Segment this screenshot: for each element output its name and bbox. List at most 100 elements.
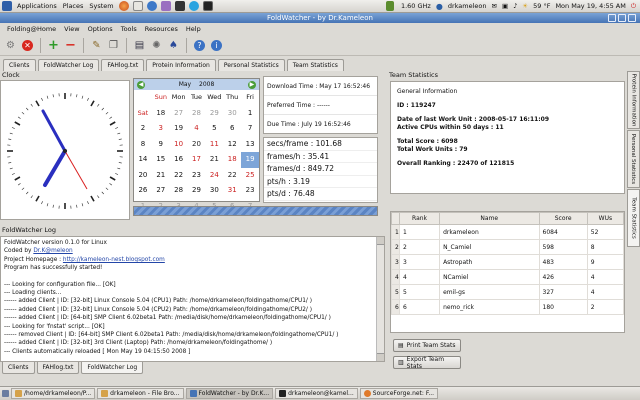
calendar-day[interactable]: 27 <box>170 106 188 122</box>
calendar-day[interactable]: 28 <box>170 183 188 199</box>
tools-icon[interactable]: ✎ <box>89 38 104 53</box>
table-row[interactable]: 5 5 emil-gs 327 4 <box>391 284 625 300</box>
skype-launcher-icon[interactable] <box>188 1 199 11</box>
tab-clients[interactable]: Clients <box>3 59 36 71</box>
export-team-stats-button[interactable]: ▥ Export Team Stats <box>393 356 461 370</box>
table-row[interactable]: 2 2 N_Camiel 598 8 <box>391 239 625 255</box>
close-button[interactable] <box>628 14 636 22</box>
calendar-day[interactable]: 28 <box>188 106 206 122</box>
calendar-day[interactable]: 8 <box>134 137 152 153</box>
task-foldwatcher[interactable]: FoldWatcher - by Dr.K... <box>185 388 274 399</box>
pidgin-launcher-icon[interactable] <box>160 1 171 11</box>
gnome-foot-icon[interactable] <box>2 1 12 11</box>
log-text[interactable]: FoldWatcher version 0.1.0 for Linux Code… <box>0 236 385 362</box>
tab-personal-statistics[interactable]: Personal Statistics <box>217 59 285 71</box>
calendar-year[interactable]: 2008 <box>199 81 214 88</box>
calendar-day[interactable]: 29 <box>188 183 206 199</box>
calendar-day[interactable]: 15 <box>152 152 170 168</box>
help-launcher-icon[interactable] <box>146 1 157 11</box>
network-icon[interactable]: ▣ <box>502 2 508 10</box>
menu-options[interactable]: Options <box>84 25 117 33</box>
tab-team-statistics[interactable]: Team Statistics <box>286 59 344 71</box>
calendar-day[interactable]: 30 <box>223 106 241 122</box>
calendar-day[interactable]: 4 <box>188 121 206 137</box>
next-month-button[interactable]: ▶ <box>247 80 256 89</box>
volume-icon[interactable]: ♪ <box>513 2 517 10</box>
calendar-day[interactable]: 6 <box>223 121 241 137</box>
calendar-day[interactable]: 19 <box>241 152 259 168</box>
menu-system[interactable]: System <box>86 2 116 10</box>
scroll-up-arrow[interactable] <box>377 237 384 245</box>
calendar-month[interactable]: May <box>179 81 191 88</box>
column-header-name[interactable]: Name <box>439 212 540 225</box>
calendar-day[interactable]: 2 <box>134 121 152 137</box>
calendar-day[interactable]: 18 <box>223 152 241 168</box>
task-file-browser-home[interactable]: /home/drkameleon/P... <box>11 388 96 399</box>
calendar-day[interactable]: 17 <box>188 152 206 168</box>
calendar-day[interactable]: 20 <box>134 168 152 184</box>
bottom-tab-clients[interactable]: Clients <box>2 362 35 374</box>
column-header-wus[interactable]: WUs <box>586 212 625 225</box>
table-row[interactable]: 3 3 Astropath 483 9 <box>391 254 625 270</box>
calendar-day[interactable]: 26 <box>134 183 152 199</box>
calendar-day[interactable]: 11 <box>205 137 223 153</box>
table-row[interactable]: 4 4 NCamiel 426 4 <box>391 269 625 285</box>
add-icon[interactable]: + <box>46 38 61 53</box>
column-header-rank[interactable]: Rank <box>398 212 441 225</box>
show-desktop-icon[interactable] <box>2 390 9 397</box>
scroll-down-arrow[interactable] <box>377 353 384 361</box>
menu-resources[interactable]: Resources <box>141 25 182 33</box>
bottom-tab-foldwatcher-log[interactable]: FoldWatcher Log <box>81 362 144 374</box>
menu-help[interactable]: Help <box>182 25 205 33</box>
window-titlebar[interactable]: FoldWatcher - by Dr.Kameleon <box>0 13 640 23</box>
tab-fahlog[interactable]: FAHlog.txt <box>101 59 145 71</box>
prev-month-button[interactable]: ◀ <box>137 80 145 89</box>
help-icon[interactable]: ? <box>192 38 207 53</box>
power-icon[interactable]: ⏻ <box>631 2 636 11</box>
bottom-tab-fahlog[interactable]: FAHlog.txt <box>36 362 80 374</box>
minimize-button[interactable] <box>608 14 616 22</box>
vtab-protein-information[interactable]: Protein Information <box>627 71 640 129</box>
table-row[interactable]: 6 6 nemo_rick 180 2 <box>391 299 625 315</box>
info-icon[interactable]: i <box>209 38 224 53</box>
email-launcher-icon[interactable] <box>132 1 143 11</box>
menu-places[interactable]: Places <box>60 2 87 10</box>
author-link[interactable]: Dr.K@meleon <box>33 248 72 254</box>
calendar-day[interactable]: 16 <box>170 152 188 168</box>
remove-icon[interactable]: − <box>63 38 78 53</box>
menu-applications[interactable]: Applications <box>14 2 60 10</box>
calendar-day[interactable]: 24 <box>205 168 223 184</box>
save-icon[interactable]: ▤ <box>132 38 147 53</box>
weather-temp[interactable]: 59 °F <box>533 2 550 10</box>
tab-protein-information[interactable]: Protein Information <box>146 59 216 71</box>
log-scrollbar[interactable] <box>376 237 384 361</box>
column-header-score[interactable]: Score <box>538 212 588 225</box>
clean-icon[interactable]: ♠ <box>166 38 181 53</box>
app-launcher-icon[interactable] <box>174 1 185 11</box>
task-file-browser[interactable]: drkameleon - File Bro... <box>97 388 184 399</box>
maximize-button[interactable] <box>618 14 626 22</box>
calendar-day[interactable]: 29 <box>205 106 223 122</box>
calendar-day[interactable]: 13 <box>241 137 259 153</box>
calendar-day[interactable]: 30 <box>205 183 223 199</box>
calendar-day[interactable]: 10 <box>170 137 188 153</box>
calendar-day[interactable]: 1 <box>241 106 259 122</box>
vtab-personal-statistics[interactable]: Personal Statistics <box>627 130 640 188</box>
calendar-day[interactable]: 5 <box>205 121 223 137</box>
settings-icon[interactable]: ⚙ <box>3 38 18 53</box>
menu-view[interactable]: View <box>60 25 83 33</box>
table-row[interactable]: 1 1 drkameleon 6084 52 <box>391 224 625 240</box>
envelope-icon[interactable]: ✉ <box>492 2 497 10</box>
vtab-team-statistics[interactable]: Team Statistics <box>627 189 640 247</box>
calendar-day[interactable]: 12 <box>223 137 241 153</box>
stop-icon[interactable]: ✕ <box>20 38 35 53</box>
username[interactable]: drkameleon <box>448 2 487 10</box>
calendar-day[interactable]: 22 <box>170 168 188 184</box>
copy-icon[interactable]: ❐ <box>106 38 121 53</box>
homepage-link[interactable]: http://kameleon-nest.blogspot.com <box>63 257 165 263</box>
clock-datetime[interactable]: Mon May 19, 4:55 AM <box>555 2 625 10</box>
task-firefox[interactable]: SourceForge.net: F... <box>359 388 439 399</box>
task-terminal[interactable]: drkameleon@kamel... <box>275 388 358 399</box>
calendar-day[interactable]: 25 <box>241 168 259 184</box>
calendar-day[interactable]: 9 <box>152 137 170 153</box>
